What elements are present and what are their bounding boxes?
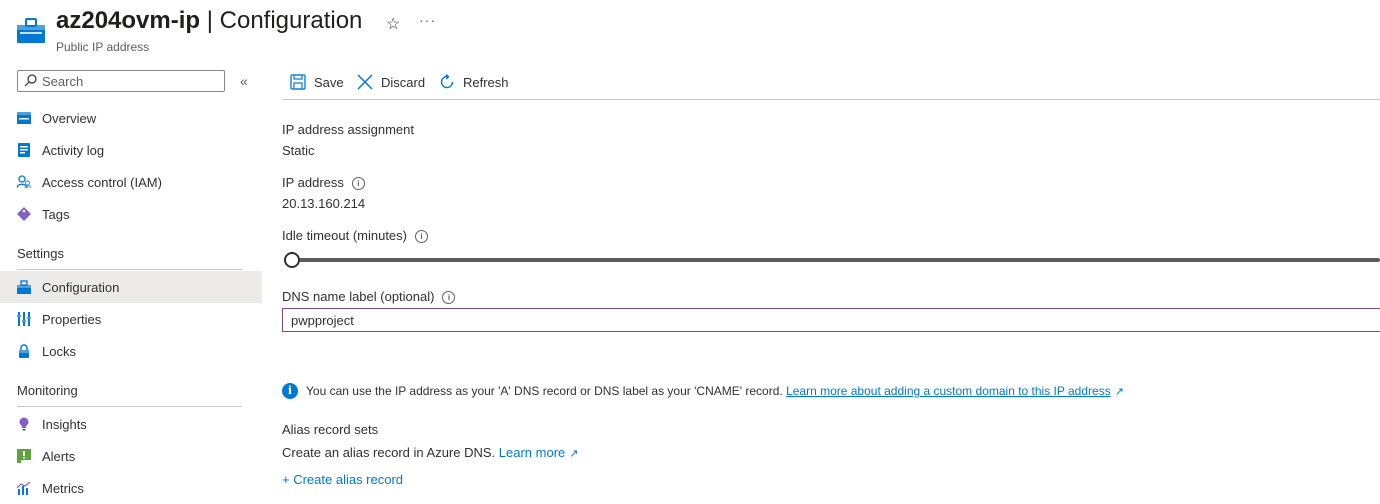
sidebar-item-label: Overview <box>42 111 97 126</box>
sidebar-item-activity-log[interactable]: Activity log <box>0 134 262 166</box>
refresh-button[interactable]: Refresh <box>439 72 509 92</box>
ip-address-label: IP address <box>282 175 344 190</box>
collapse-sidebar-icon[interactable]: « <box>240 73 248 89</box>
ip-address-field-label: IP address i <box>282 175 365 191</box>
ellipsis-icon[interactable]: ··· <box>419 12 436 28</box>
sidebar-item-label: Access control (IAM) <box>42 175 162 190</box>
alias-section-title: Alias record sets <box>282 422 379 437</box>
metrics-icon <box>17 481 31 495</box>
info-icon[interactable]: i <box>442 291 456 305</box>
overview-icon <box>17 112 31 124</box>
blade-name: Configuration <box>219 7 363 34</box>
info-filled-icon: i <box>282 383 298 399</box>
info-icon[interactable]: i <box>415 230 428 244</box>
dns-field-label: DNS name label (optional) i <box>282 289 456 305</box>
save-label: Save <box>314 74 344 90</box>
custom-domain-link[interactable]: Learn more about adding a custom domain … <box>786 384 1111 398</box>
star-icon[interactable]: ☆ <box>386 14 400 34</box>
save-button[interactable]: Save <box>290 72 344 92</box>
info-message-text: You can use the IP address as your 'A' D… <box>306 384 783 398</box>
info-message: i You can use the IP address as your 'A'… <box>282 382 1124 400</box>
sidebar-item-configuration[interactable]: Configuration <box>0 271 262 303</box>
configuration-icon <box>17 280 31 294</box>
public-ip-resource-icon <box>17 18 45 43</box>
idle-timeout-label: Idle timeout (minutes) <box>282 228 407 243</box>
ip-assignment-value: Static <box>282 143 315 158</box>
title-separator: | <box>200 7 220 34</box>
search-input[interactable] <box>42 73 217 89</box>
search-box[interactable] <box>17 70 225 92</box>
idle-timeout-slider-thumb[interactable] <box>284 252 300 268</box>
sidebar-item-alerts[interactable]: Alerts <box>0 440 262 472</box>
ip-address-value: 20.13.160.214 <box>282 196 366 211</box>
info-text: You can use the IP address as your 'A' D… <box>306 384 1124 398</box>
discard-label: Discard <box>381 74 426 90</box>
page-title: az204ovm-ip | Configuration <box>56 7 362 35</box>
sidebar-item-locks[interactable]: Locks <box>0 335 262 367</box>
save-icon <box>290 74 306 90</box>
create-alias-label: + Create alias record <box>282 472 404 487</box>
refresh-label: Refresh <box>463 74 509 90</box>
create-alias-record-link[interactable]: + Create alias record <box>282 472 403 487</box>
alias-text: Create an alias record in Azure DNS. <box>282 445 496 460</box>
close-icon <box>357 74 373 90</box>
monitoring-divider <box>17 406 242 407</box>
sidebar-item-insights[interactable]: Insights <box>0 408 262 440</box>
sidebar-item-tags[interactable]: Tags <box>0 198 262 230</box>
search-icon <box>24 74 37 87</box>
monitoring-section-header: Monitoring <box>17 383 78 398</box>
discard-button[interactable]: Discard <box>357 72 425 92</box>
activity-log-icon <box>18 143 30 157</box>
insights-icon <box>19 417 29 431</box>
alias-description: Create an alias record in Azure DNS. Lea… <box>282 445 578 460</box>
sidebar-item-metrics[interactable]: Metrics <box>0 472 262 504</box>
settings-section-header: Settings <box>17 246 64 261</box>
idle-timeout-field-label: Idle timeout (minutes) i <box>282 228 428 244</box>
resource-name: az204ovm-ip <box>56 7 201 34</box>
ip-assignment-label: IP address assignment <box>282 122 414 137</box>
refresh-icon <box>440 74 454 89</box>
dns-name-input[interactable] <box>282 308 1380 332</box>
dns-label: DNS name label (optional) <box>282 289 435 304</box>
sidebar-item-label: Properties <box>42 312 102 327</box>
sidebar-item-overview[interactable]: Overview <box>0 102 262 134</box>
sidebar-item-label: Alerts <box>42 449 76 464</box>
page-subtitle: Public IP address <box>56 40 150 54</box>
external-link-icon: ↗ <box>1114 386 1124 398</box>
sidebar-item-label: Tags <box>42 207 70 222</box>
alerts-icon <box>17 449 31 463</box>
iam-icon <box>17 175 31 189</box>
sidebar-item-access-control[interactable]: Access control (IAM) <box>0 166 262 198</box>
tag-icon <box>17 207 31 221</box>
settings-divider <box>17 269 242 270</box>
idle-timeout-slider-track[interactable] <box>292 258 1380 262</box>
info-icon[interactable]: i <box>351 177 365 191</box>
learn-more-link[interactable]: Learn more <box>499 445 565 460</box>
toolbar-divider <box>282 99 1380 100</box>
sidebar-item-label: Activity log <box>42 143 105 158</box>
sidebar-item-label: Locks <box>42 344 76 359</box>
properties-icon <box>17 312 31 326</box>
sidebar-item-properties[interactable]: Properties <box>0 303 262 335</box>
sidebar-item-label: Insights <box>42 417 87 432</box>
sidebar-item-label: Metrics <box>42 481 84 496</box>
sidebar-item-label: Configuration <box>42 280 120 295</box>
external-link-icon: ↗ <box>569 448 579 460</box>
lock-icon <box>19 344 29 358</box>
